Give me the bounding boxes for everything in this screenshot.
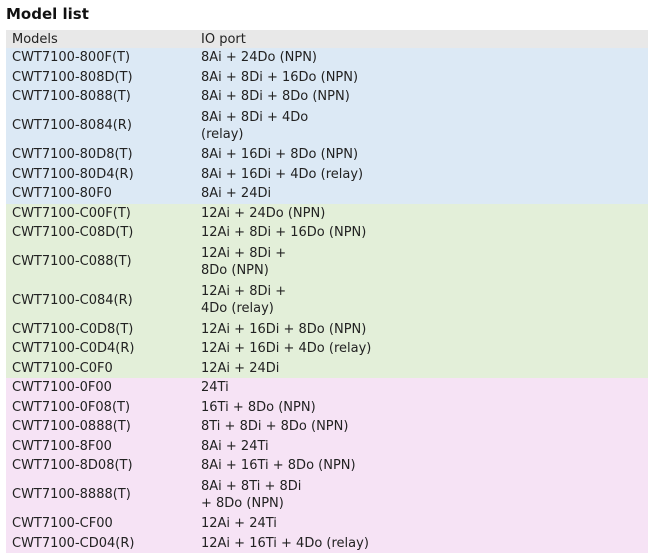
io-port-cell: 8Ai + 8Ti + 8Di + 8Do (NPN) [201, 478, 648, 512]
model-cell: CWT7100-8888(T) [6, 486, 201, 503]
io-port-cell: 8Ai + 16Di + 4Do (relay) [201, 166, 648, 183]
table-row: CWT7100-C0D4(R)12Ai + 16Di + 4Do (relay) [6, 339, 648, 359]
io-port-cell: 12Ai + 16Di + 4Do (relay) [201, 340, 648, 357]
header-models: Models [6, 31, 201, 48]
io-port-text: 12Ai + 24Do (NPN) [201, 205, 648, 222]
table-row: CWT7100-C0F012Ai + 24Di [6, 359, 648, 379]
table-row: CWT7100-C08D(T)12Ai + 8Di + 16Do (NPN) [6, 223, 648, 243]
io-port-text: 8Ai + 16Di + 8Do (NPN) [201, 146, 648, 163]
model-cell: CWT7100-0F08(T) [6, 399, 201, 416]
model-cell: CWT7100-C0D4(R) [6, 340, 201, 357]
io-port-cell: 8Ai + 8Di + 8Do (NPN) [201, 88, 648, 105]
table-row: CWT7100-0888(T)8Ti + 8Di + 8Do (NPN) [6, 417, 648, 437]
io-port-text: 12Ai + 16Ti + 4Do (relay) [201, 535, 648, 552]
io-port-text: 12Ai + 8Di + 8Do (NPN) [201, 245, 316, 279]
table-row: CWT7100-8F008Ai + 24Ti [6, 437, 648, 457]
io-port-text: 12Ai + 24Di [201, 360, 648, 377]
model-cell: CWT7100-8084(R) [6, 117, 201, 134]
model-cell: CWT7100-8D08(T) [6, 457, 201, 474]
io-port-cell: 8Ai + 24Ti [201, 438, 648, 455]
io-port-text: 8Ai + 24Do (NPN) [201, 49, 648, 66]
table-row: CWT7100-C0D8(T)12Ai + 16Di + 8Do (NPN) [6, 320, 648, 340]
model-cell: CWT7100-80D8(T) [6, 146, 201, 163]
model-cell: CWT7100-0888(T) [6, 418, 201, 435]
table-row: CWT7100-80F08Ai + 24Di [6, 184, 648, 204]
model-cell: CWT7100-CD04(R) [6, 535, 201, 552]
table-row: CWT7100-0F0024Ti [6, 378, 648, 398]
io-port-cell: 12Ai + 16Ti + 4Do (relay) [201, 535, 648, 552]
model-cell: CWT7100-C0D8(T) [6, 321, 201, 338]
model-cell: CWT7100-C00F(T) [6, 205, 201, 222]
table-body: CWT7100-800F(T)8Ai + 24Do (NPN)CWT7100-8… [6, 48, 648, 553]
model-cell: CWT7100-CF00 [6, 515, 201, 532]
io-port-text: 8Ai + 8Ti + 8Di + 8Do (NPN) [201, 478, 316, 512]
table-row: CWT7100-C084(R)12Ai + 8Di + 4Do (relay) [6, 281, 648, 320]
table-row: CWT7100-C00F(T)12Ai + 24Do (NPN) [6, 204, 648, 224]
io-port-cell: 8Ai + 8Di + 16Do (NPN) [201, 69, 648, 86]
io-port-cell: 24Ti [201, 379, 648, 396]
io-port-cell: 12Ai + 24Do (NPN) [201, 205, 648, 222]
io-port-text: 8Ai + 16Di + 4Do (relay) [201, 166, 648, 183]
io-port-text: 12Ai + 16Di + 8Do (NPN) [201, 321, 648, 338]
io-port-cell: 12Ai + 24Di [201, 360, 648, 377]
io-port-cell: 8Ai + 24Di [201, 185, 648, 202]
table-row: CWT7100-C088(T)12Ai + 8Di + 8Do (NPN) [6, 243, 648, 282]
model-cell: CWT7100-800F(T) [6, 49, 201, 66]
io-port-cell: 8Ti + 8Di + 8Do (NPN) [201, 418, 648, 435]
table-row: CWT7100-808D(T)8Ai + 8Di + 16Do (NPN) [6, 68, 648, 88]
table-row: CWT7100-8888(T)8Ai + 8Ti + 8Di + 8Do (NP… [6, 476, 648, 515]
model-cell: CWT7100-80D4(R) [6, 166, 201, 183]
table-row: CWT7100-80D8(T)8Ai + 16Di + 8Do (NPN) [6, 145, 648, 165]
table-row: CWT7100-80D4(R)8Ai + 16Di + 4Do (relay) [6, 165, 648, 185]
table-row: CWT7100-8088(T)8Ai + 8Di + 8Do (NPN) [6, 87, 648, 107]
model-cell: CWT7100-80F0 [6, 185, 201, 202]
table-row: CWT7100-CF0012Ai + 24Ti [6, 514, 648, 534]
io-port-text: 12Ai + 8Di + 4Do (relay) [201, 283, 316, 317]
io-port-cell: 8Ai + 16Di + 8Do (NPN) [201, 146, 648, 163]
model-cell: CWT7100-0F00 [6, 379, 201, 396]
io-port-cell: 8Ai + 24Do (NPN) [201, 49, 648, 66]
io-port-text: 8Ai + 24Di [201, 185, 648, 202]
io-port-text: 8Ai + 16Ti + 8Do (NPN) [201, 457, 648, 474]
io-port-cell: 8Ai + 16Ti + 8Do (NPN) [201, 457, 648, 474]
io-port-text: 24Ti [201, 379, 648, 396]
model-cell: CWT7100-808D(T) [6, 69, 201, 86]
table-row: CWT7100-800F(T)8Ai + 24Do (NPN) [6, 48, 648, 68]
model-cell: CWT7100-8F00 [6, 438, 201, 455]
io-port-text: 8Ai + 24Ti [201, 438, 648, 455]
io-port-text: 12Ai + 24Ti [201, 515, 648, 532]
model-cell: CWT7100-C08D(T) [6, 224, 201, 241]
io-port-cell: 12Ai + 8Di + 4Do (relay) [201, 283, 648, 317]
model-cell: CWT7100-C0F0 [6, 360, 201, 377]
table-row: CWT7100-8D08(T)8Ai + 16Ti + 8Do (NPN) [6, 456, 648, 476]
page-title: Model list [6, 4, 89, 24]
model-cell: CWT7100-C084(R) [6, 292, 201, 309]
table-header: Models IO port [6, 30, 648, 48]
table-row: CWT7100-CD04(R)12Ai + 16Ti + 4Do (relay) [6, 534, 648, 553]
io-port-text: 16Ti + 8Do (NPN) [201, 399, 648, 416]
io-port-cell: 12Ai + 16Di + 8Do (NPN) [201, 321, 648, 338]
io-port-cell: 8Ai + 8Di + 4Do (relay) [201, 109, 648, 143]
model-cell: CWT7100-8088(T) [6, 88, 201, 105]
model-table: Models IO port CWT7100-800F(T)8Ai + 24Do… [6, 30, 648, 553]
model-cell: CWT7100-C088(T) [6, 253, 201, 270]
io-port-text: 8Ti + 8Di + 8Do (NPN) [201, 418, 648, 435]
io-port-cell: 12Ai + 24Ti [201, 515, 648, 532]
io-port-text: 12Ai + 16Di + 4Do (relay) [201, 340, 648, 357]
io-port-text: 8Ai + 8Di + 4Do (relay) [201, 109, 316, 143]
table-row: CWT7100-0F08(T)16Ti + 8Do (NPN) [6, 398, 648, 418]
io-port-text: 8Ai + 8Di + 16Do (NPN) [201, 69, 648, 86]
io-port-cell: 12Ai + 8Di + 16Do (NPN) [201, 224, 648, 241]
io-port-text: 8Ai + 8Di + 8Do (NPN) [201, 88, 648, 105]
io-port-cell: 16Ti + 8Do (NPN) [201, 399, 648, 416]
io-port-cell: 12Ai + 8Di + 8Do (NPN) [201, 245, 648, 279]
header-io-port: IO port [201, 31, 648, 48]
io-port-text: 12Ai + 8Di + 16Do (NPN) [201, 224, 648, 241]
table-row: CWT7100-8084(R)8Ai + 8Di + 4Do (relay) [6, 107, 648, 146]
